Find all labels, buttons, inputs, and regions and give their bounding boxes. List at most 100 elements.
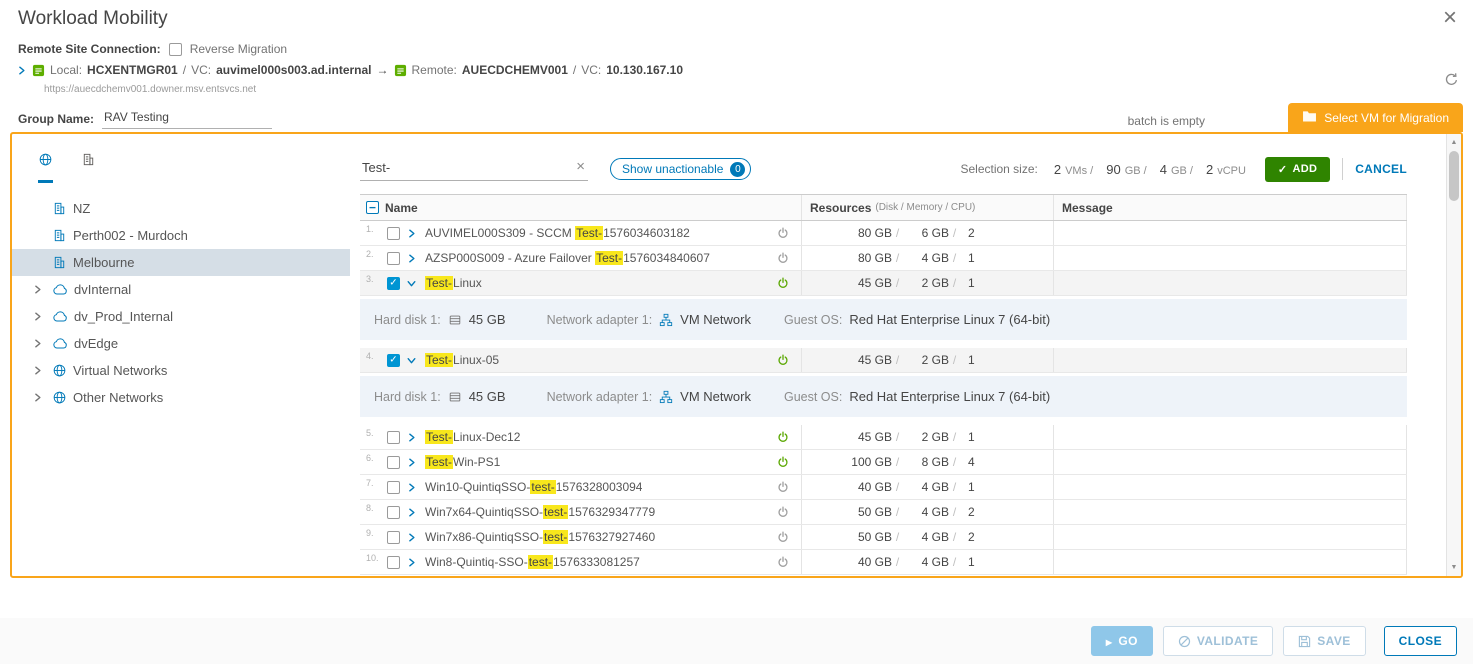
resources-cell: 45 GB/ 2 GB/ 1: [802, 271, 1054, 295]
chevron-icon[interactable]: [406, 482, 419, 493]
row-number: 6.: [366, 450, 381, 463]
chevron-right-icon[interactable]: [32, 392, 46, 403]
validate-button[interactable]: VALIDATE: [1163, 626, 1273, 656]
resources-header: Resources: [810, 201, 871, 215]
group-name-label: Group Name:: [18, 112, 94, 126]
power-icon: [777, 431, 789, 443]
table-row[interactable]: 1. AUVIMEL000S309 - SCCM Test-1576034603…: [360, 221, 1407, 246]
chevron-icon[interactable]: [406, 557, 419, 568]
table-row[interactable]: 9. Win7x86-QuintiqSSO-test-1576327927460…: [360, 525, 1407, 550]
network-tree-pane: NZ Perth002 - Murdoch Melbourne dvIntern…: [12, 134, 350, 576]
resources-cell: 50 GB/ 4 GB/ 2: [802, 500, 1054, 524]
scroll-up-icon[interactable]: [1447, 135, 1461, 150]
selection-panel: NZ Perth002 - Murdoch Melbourne dvIntern…: [10, 132, 1463, 578]
chevron-icon[interactable]: [406, 228, 419, 239]
panel-scrollbar[interactable]: [1446, 134, 1461, 576]
tab-datacenters[interactable]: [81, 152, 96, 183]
row-checkbox[interactable]: [387, 556, 400, 569]
expand-chevron-icon[interactable]: [16, 65, 27, 76]
message-cell: [1054, 246, 1407, 270]
table-row[interactable]: 3. Test-Linux 45 GB/ 2 GB/ 1: [360, 271, 1407, 296]
resources-cell: 50 GB/ 4 GB/ 2: [802, 525, 1054, 549]
local-value: HCXENTMGR01: [87, 63, 178, 77]
local-label: Local:: [50, 63, 82, 77]
sidebar-tree-item[interactable]: Melbourne: [12, 249, 350, 276]
message-cell: [1054, 525, 1407, 549]
table-row[interactable]: 10. Win8-Quintiq-SSO-test-1576333081257 …: [360, 550, 1407, 575]
select-all-checkbox[interactable]: [366, 201, 379, 214]
chevron-right-icon[interactable]: [32, 365, 46, 376]
row-checkbox[interactable]: [387, 431, 400, 444]
row-checkbox[interactable]: [387, 456, 400, 469]
save-button[interactable]: SAVE: [1283, 626, 1365, 656]
resources-cell: 45 GB/ 2 GB/ 1: [802, 425, 1054, 449]
network-icon: [52, 390, 67, 405]
table-row[interactable]: 7. Win10-QuintiqSSO-test-1576328003094 4…: [360, 475, 1407, 500]
hard-disk-icon: [448, 390, 462, 404]
search-clear-icon[interactable]: [576, 158, 585, 175]
chevron-icon[interactable]: [406, 278, 419, 289]
row-checkbox[interactable]: [387, 227, 400, 240]
add-button[interactable]: ADD: [1265, 157, 1330, 182]
close-icon[interactable]: [1443, 6, 1457, 30]
datacenters-tab-icon: [81, 154, 96, 171]
chevron-icon[interactable]: [406, 432, 419, 443]
row-checkbox[interactable]: [387, 481, 400, 494]
reverse-migration-checkbox[interactable]: [169, 43, 182, 56]
message-cell: [1054, 221, 1407, 245]
vm-name: Test-Linux-Dec12: [425, 430, 520, 444]
chevron-icon[interactable]: [406, 253, 419, 264]
table-row[interactable]: 5. Test-Linux-Dec12 45 GB/ 2 GB/ 1: [360, 425, 1407, 450]
message-cell: [1054, 271, 1407, 295]
go-button[interactable]: GO: [1091, 626, 1153, 656]
networks-tab-icon: [38, 154, 53, 171]
row-checkbox[interactable]: [387, 354, 400, 367]
toolbar-divider: [1342, 158, 1343, 180]
scroll-down-icon[interactable]: [1447, 560, 1461, 575]
chevron-right-icon[interactable]: [32, 284, 46, 295]
datacenter-icon: [52, 201, 67, 216]
chevron-right-icon[interactable]: [32, 338, 46, 349]
sidebar-tree-item[interactable]: dvEdge: [12, 330, 350, 357]
table-row[interactable]: 8. Win7x64-QuintiqSSO-test-1576329347779…: [360, 500, 1407, 525]
close-button[interactable]: CLOSE: [1384, 626, 1457, 656]
row-checkbox[interactable]: [387, 531, 400, 544]
chevron-icon[interactable]: [406, 532, 419, 543]
chevron-icon[interactable]: [406, 355, 419, 366]
row-checkbox[interactable]: [387, 252, 400, 265]
tab-networks[interactable]: [38, 152, 53, 183]
sidebar-tree-item[interactable]: Other Networks: [12, 384, 350, 411]
sidebar-tree-item[interactable]: dv_Prod_Internal: [12, 303, 350, 330]
remote-value: AUECDCHEMV001: [462, 63, 568, 77]
row-checkbox[interactable]: [387, 277, 400, 290]
chevron-right-icon[interactable]: [32, 311, 46, 322]
validate-icon: [1178, 635, 1191, 648]
chevron-icon[interactable]: [406, 457, 419, 468]
local-site-icon: [32, 64, 45, 77]
table-row[interactable]: 6. Test-Win-PS1 100 GB/ 8 GB/ 4: [360, 450, 1407, 475]
cancel-button[interactable]: CANCEL: [1355, 162, 1407, 176]
sidebar-tree-item[interactable]: NZ: [12, 195, 350, 222]
refresh-icon[interactable]: [1444, 72, 1459, 87]
switch-icon: [52, 283, 68, 296]
local-vc-value: auvimel000s003.ad.internal: [216, 63, 371, 77]
power-icon: [777, 481, 789, 493]
switch-icon: [52, 337, 68, 350]
group-name-input[interactable]: [102, 108, 272, 129]
table-row[interactable]: 4. Test-Linux-05 45 GB/ 2 GB/ 1: [360, 348, 1407, 373]
sidebar-tree-item[interactable]: Perth002 - Murdoch: [12, 222, 350, 249]
search-input[interactable]: [360, 157, 588, 181]
message-cell: [1054, 500, 1407, 524]
table-row[interactable]: 2. AZSP000S009 - Azure Failover Test-157…: [360, 246, 1407, 271]
show-unactionable-button[interactable]: Show unactionable 0: [610, 158, 751, 180]
sidebar-tree-item[interactable]: dvInternal: [12, 276, 350, 303]
select-vm-migration-tab[interactable]: Select VM for Migration: [1288, 103, 1463, 132]
row-number: 5.: [366, 425, 381, 438]
scrollbar-thumb[interactable]: [1449, 151, 1459, 201]
selection-metric-vms: 2VMs /: [1054, 162, 1093, 177]
sidebar-tree-item[interactable]: Virtual Networks: [12, 357, 350, 384]
chevron-icon[interactable]: [406, 507, 419, 518]
page-title: Workload Mobility: [18, 8, 168, 30]
row-number: 9.: [366, 525, 381, 538]
row-checkbox[interactable]: [387, 506, 400, 519]
